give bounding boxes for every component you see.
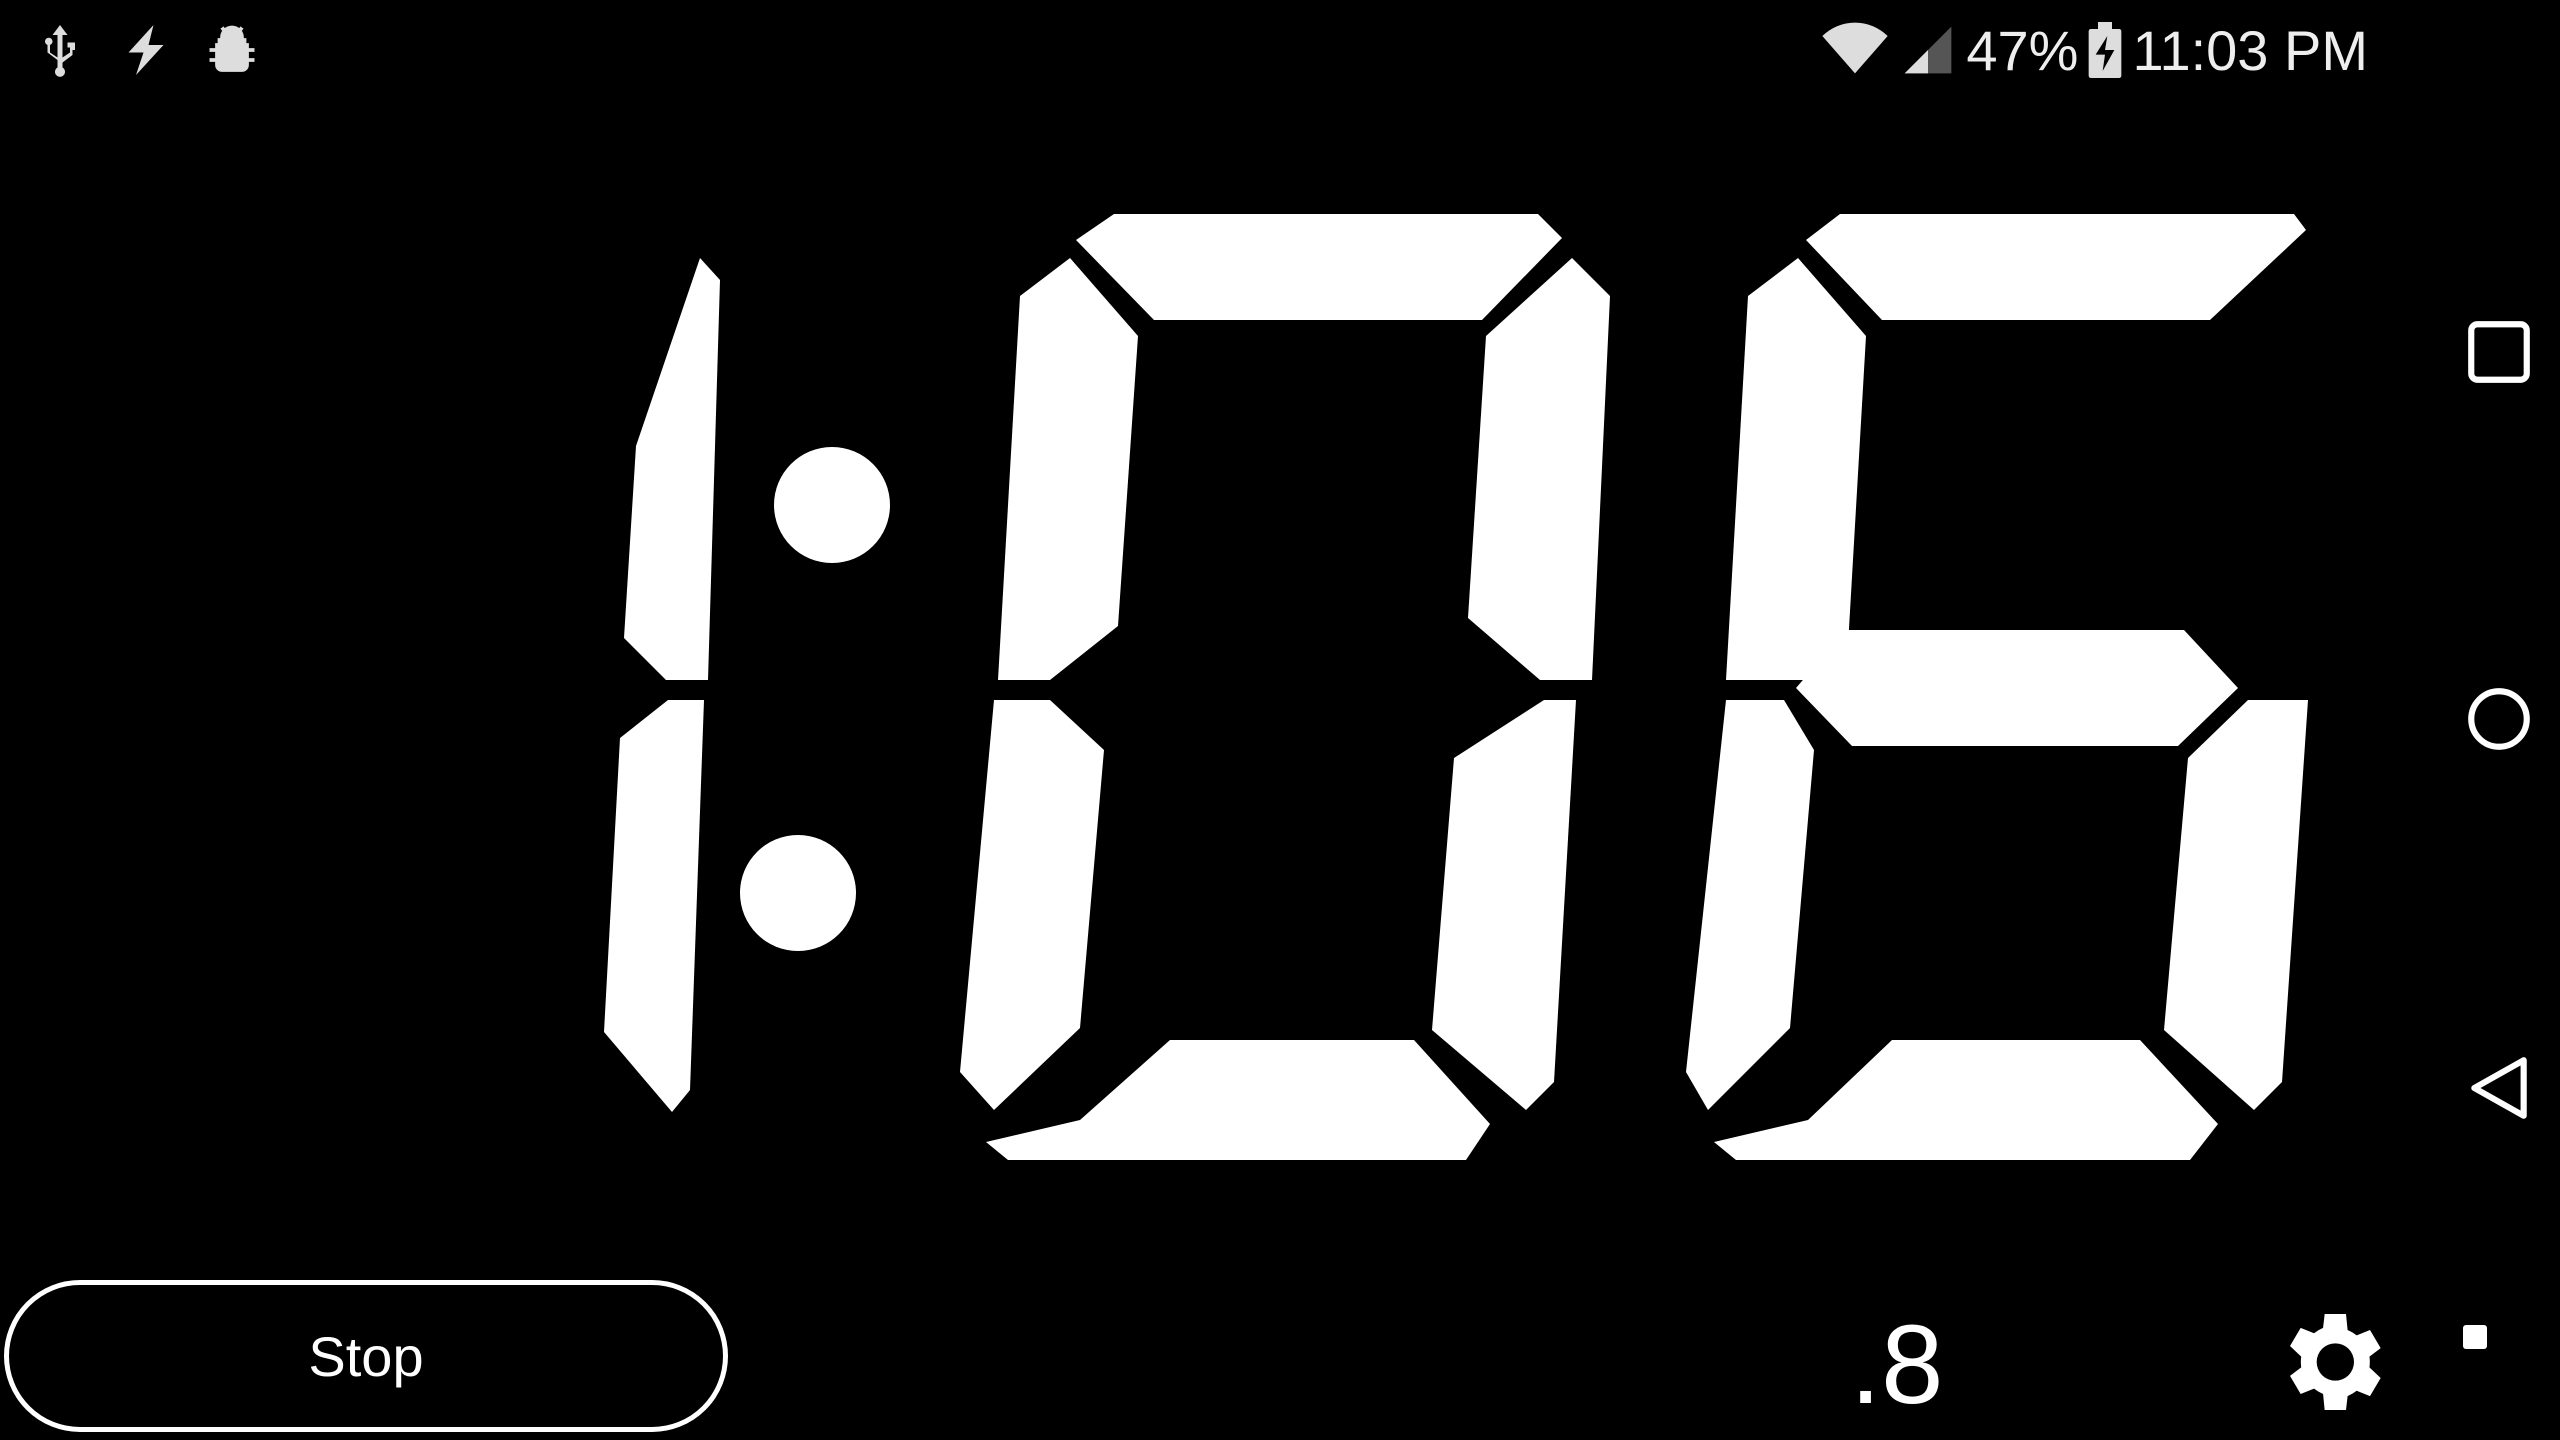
digit-seconds-tens [960,214,1610,1160]
segment [1432,700,1576,1110]
status-time: 11:03 PM [2132,18,2368,82]
home-button[interactable] [2458,678,2540,760]
digit-seconds-ones [1686,214,2308,1160]
colon-bottom-dot [740,835,856,951]
segment [1806,214,2306,320]
stop-button[interactable]: Stop [4,1280,728,1432]
segment [986,1040,1490,1160]
segment [624,258,720,680]
segment [1796,630,2238,746]
recents-button[interactable] [2458,311,2540,393]
tenths-display: .8 [1850,1302,1944,1427]
segment [604,700,704,1112]
segment [2164,700,2308,1110]
back-button[interactable] [2458,1047,2540,1129]
segment [1714,1040,2218,1160]
gear-icon[interactable] [2266,1298,2394,1426]
navigation-bar [2434,0,2560,1440]
status-bar-left [30,18,262,82]
usb-icon [45,25,75,77]
signal-icon [1905,26,1952,74]
recents-icon [2468,321,2530,383]
segment [1468,258,1610,680]
battery-percent: 47% [1966,18,2079,82]
colon-top-dot [774,447,890,563]
battery-charging-icon [2089,22,2122,78]
wifi-icon [1822,22,1889,74]
digit-minutes [604,258,720,1112]
segment [1076,214,1562,320]
android-debug-icon [209,25,255,72]
home-icon [2468,688,2530,750]
stopwatch-display [604,214,2308,1160]
segment [960,700,1104,1110]
status-bar-right: 47% 11:03 PM [1820,12,2368,88]
segment [998,258,1138,680]
segment [1726,258,1866,680]
colon [740,447,890,951]
segment [1686,700,1814,1110]
flash-icon [128,25,164,75]
back-icon [2471,1057,2527,1119]
